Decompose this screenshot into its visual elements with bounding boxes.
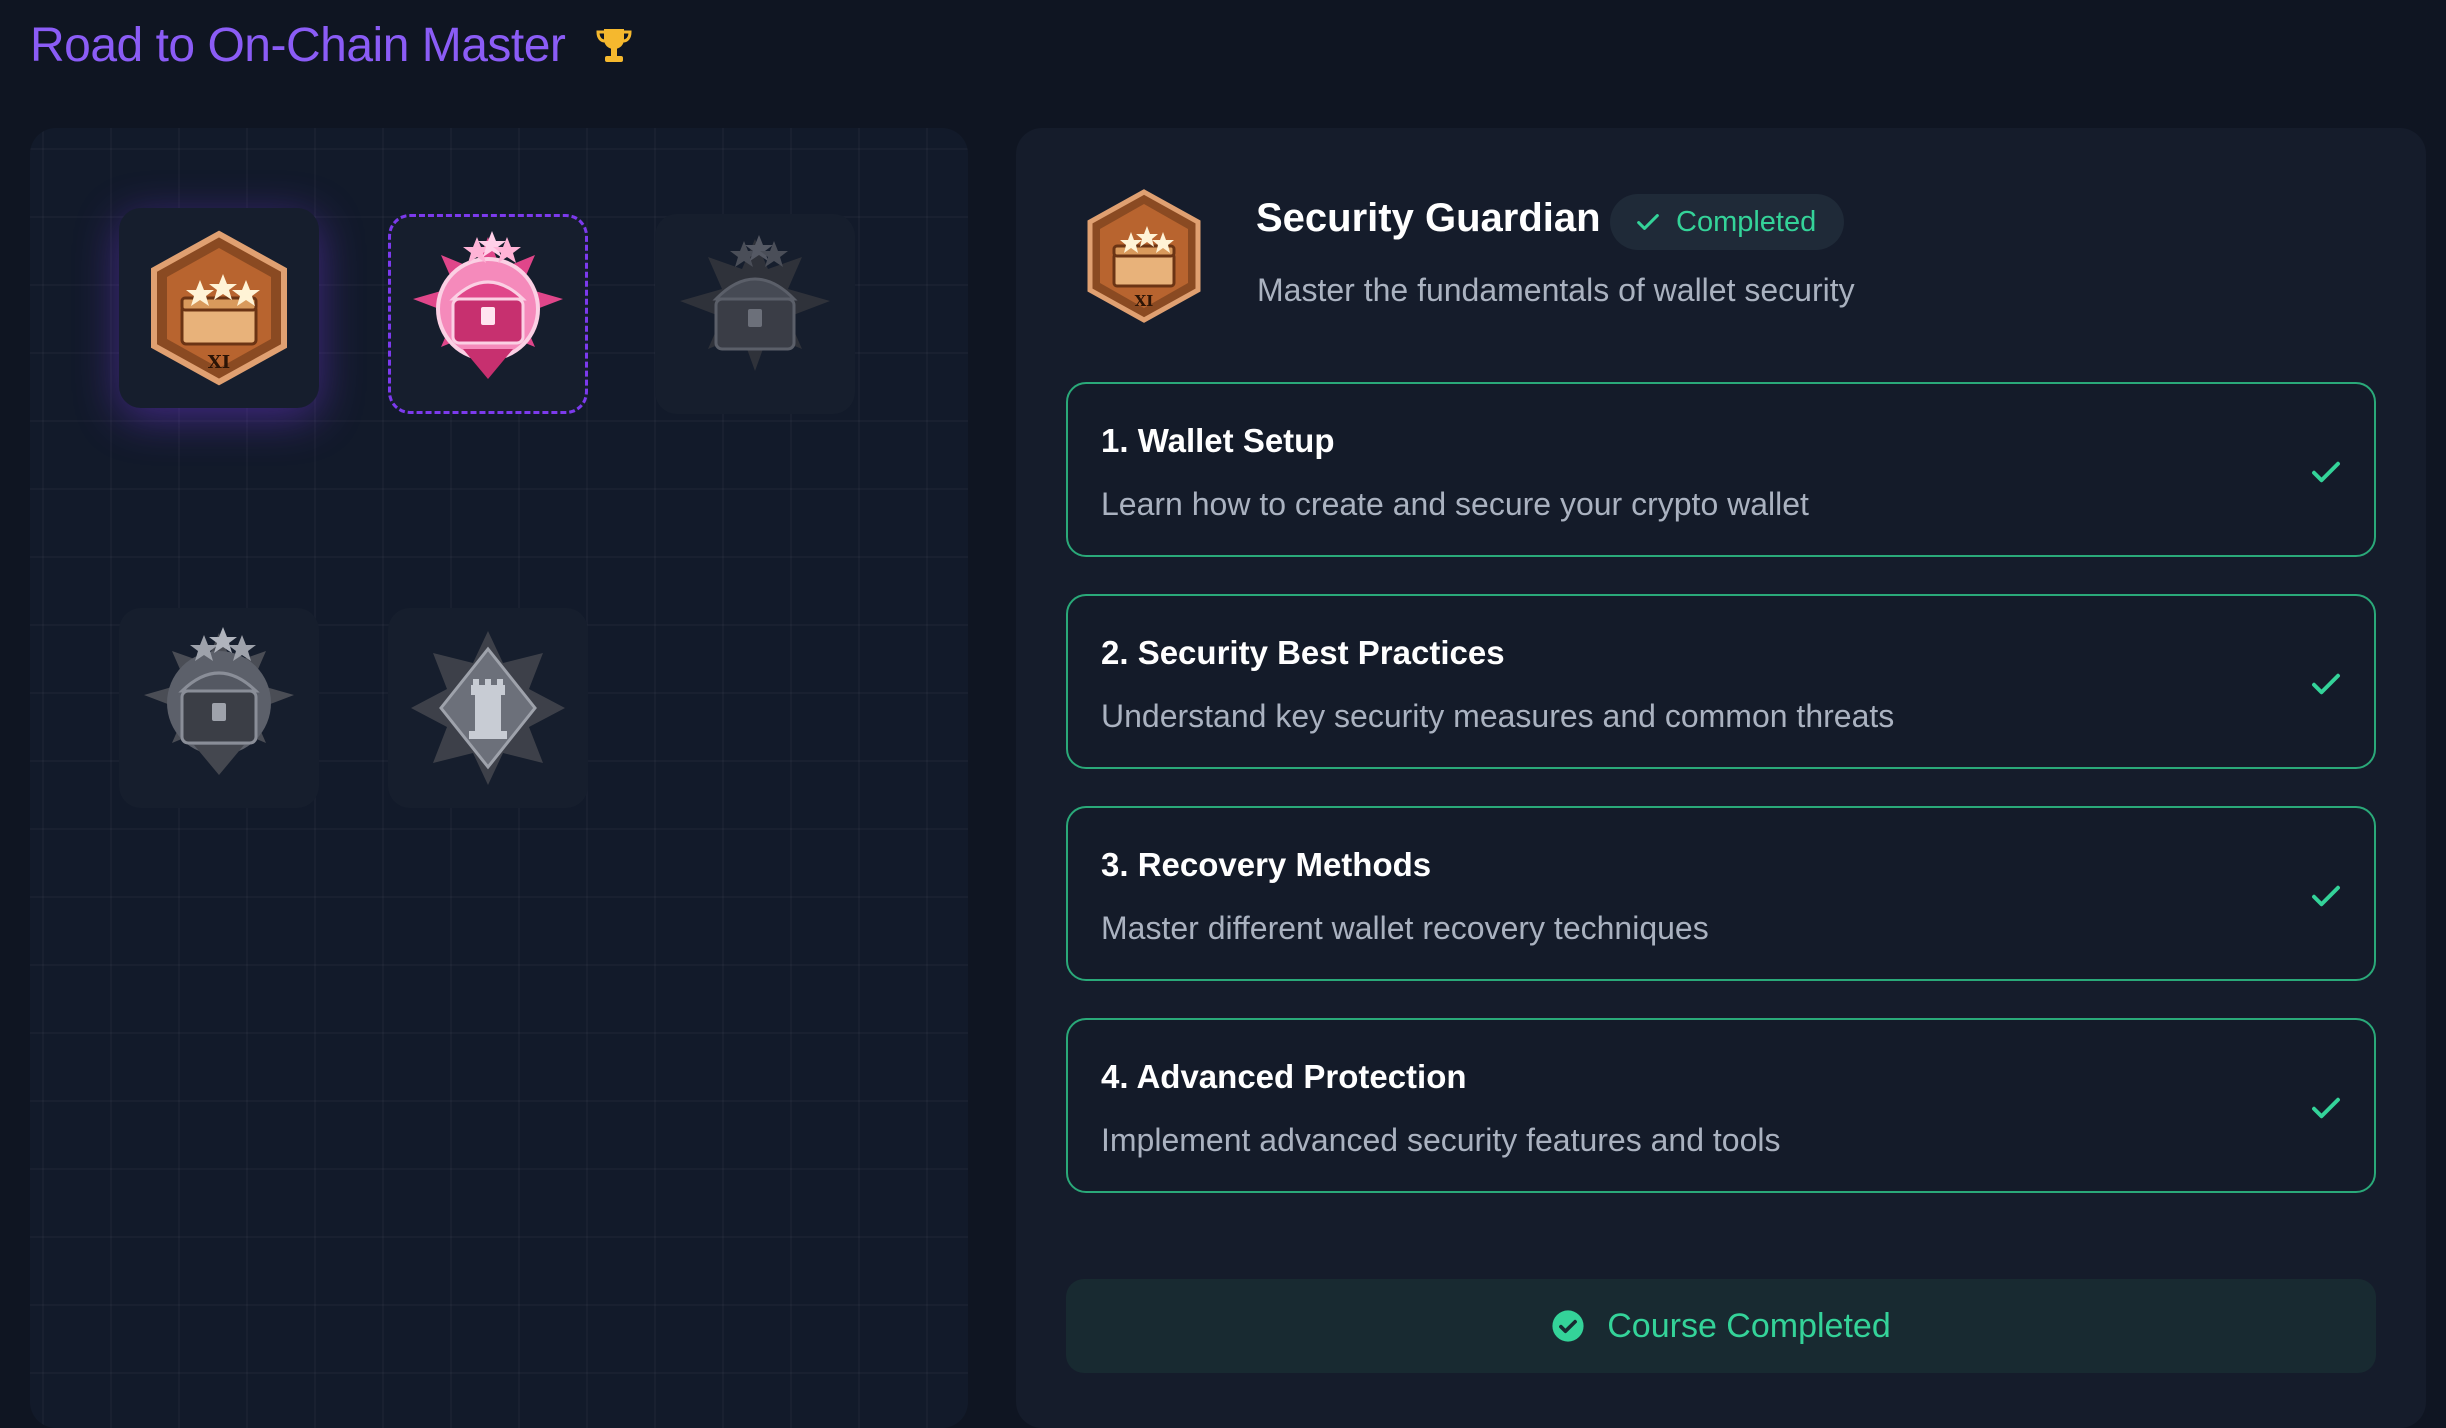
module-description: Understand key security measures and com… [1101,698,1895,734]
star-chest-badge-icon [144,627,294,775]
badge-locked-chest[interactable] [655,214,855,414]
course-completed-label: Course Completed [1607,1306,1891,1345]
course-subtitle: Master the fundamentals of wallet securi… [1257,272,1855,308]
badge-security-guardian[interactable]: XI [119,208,319,408]
check-icon [2312,461,2340,483]
check-icon [2312,885,2340,907]
trophy-icon [596,28,632,62]
check-circle-icon [1552,1310,1584,1342]
module-title: 1. Wallet Setup [1101,422,1335,459]
security-guardian-badge-icon: XI [1087,189,1201,323]
hexagon-chest-badge-icon: XI [151,230,287,386]
module-description: Implement advanced security features and… [1101,1122,1781,1158]
svg-text:XI: XI [1135,292,1154,310]
module-card-recovery-methods[interactable]: 3. Recovery Methods Master different wal… [1066,806,2376,981]
module-title: 4. Advanced Protection [1101,1058,1467,1095]
badge-pink-chest[interactable] [388,214,588,414]
badge-grid-panel: XI [30,128,968,1428]
course-title: Security Guardian [1256,196,1601,240]
check-icon [1637,214,1659,230]
module-card-wallet-setup[interactable]: 1. Wallet Setup Learn how to create and … [1066,382,2376,557]
svg-text:XI: XI [208,352,230,373]
module-card-advanced-protection[interactable]: 4. Advanced Protection Implement advance… [1066,1018,2376,1193]
page-title: Road to On-Chain Master [30,19,566,72]
check-icon [2312,1097,2340,1119]
page-header: Road to On-Chain Master [30,18,633,73]
module-title: 3. Recovery Methods [1101,846,1432,883]
badge-locked-star-chest[interactable] [119,608,319,808]
locked-chest-badge-icon [680,235,830,371]
status-label: Completed [1676,205,1817,238]
status-badge: Completed [1610,194,1845,250]
tower-badge-icon [411,631,565,785]
badge-locked-tower[interactable] [388,608,588,808]
pink-chest-badge-icon [413,231,563,379]
module-title: 2. Security Best Practices [1101,634,1505,671]
module-description: Learn how to create and secure your cryp… [1101,486,1809,522]
module-card-security-best-practices[interactable]: 2. Security Best Practices Understand ke… [1066,594,2376,769]
course-detail-panel: XI Security Guardian Completed Master th… [1016,128,2426,1428]
course-completed-banner: Course Completed [1066,1279,2376,1373]
module-description: Master different wallet recovery techniq… [1101,910,1709,946]
check-icon [2312,673,2340,695]
